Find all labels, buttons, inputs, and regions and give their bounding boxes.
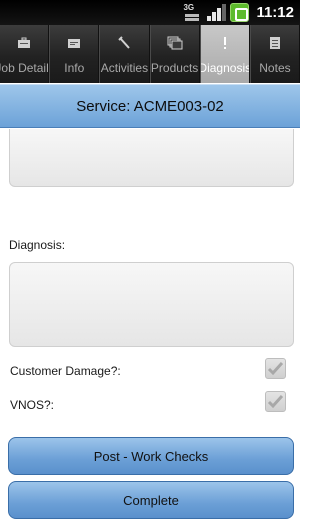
tab-label: Diagnosis [199,61,250,75]
tab-label: Products [150,61,199,75]
tab-label: Notes [259,61,291,75]
tools-icon [114,33,134,53]
previous-text-area[interactable] [9,129,294,187]
checkmark-icon [267,394,284,409]
diagnosis-label: Diagnosis: [9,238,66,252]
tab-label: Activities [100,61,149,75]
tab-bar: Job Details Info Activities Products Dia… [0,25,301,83]
tab-diagnosis[interactable]: Diagnosis [199,25,250,83]
tab-info[interactable]: Info [49,25,100,83]
tab-job-details[interactable]: Job Details [0,25,50,83]
tab-label: Job Details [0,61,49,75]
tab-activities[interactable]: Activities [99,25,150,83]
battery-icon [230,3,250,22]
vnos-label: VNOS?: [10,398,55,412]
network-label: 3G [183,3,195,12]
info-card-icon [64,33,84,53]
post-work-checks-button[interactable]: Post - Work Checks [8,437,294,475]
diagnosis-icon [215,33,235,53]
customer-damage-label: Customer Damage?: [10,364,121,378]
customer-damage-checkbox[interactable] [265,358,286,379]
page-title: Service: ACME003-02 [76,97,224,115]
network-3g-icon: 3G [182,3,202,22]
stack-icon [165,33,185,53]
service-header: Service: ACME003-02 [0,84,300,128]
diagnosis-text-area[interactable] [9,262,294,347]
tab-notes[interactable]: Notes [249,25,301,83]
tab-label: Info [64,61,85,75]
briefcase-icon [14,33,34,53]
status-icons: 3G 11:12 [182,3,294,22]
tab-products[interactable]: Products [149,25,200,83]
complete-button[interactable]: Complete [8,481,294,519]
signal-strength-icon [206,3,227,22]
notes-icon [265,33,285,53]
checkmark-icon [267,361,284,376]
status-bar: 3G 11:12 [0,0,300,25]
vnos-checkbox[interactable] [265,391,286,412]
clock: 11:12 [256,4,294,21]
